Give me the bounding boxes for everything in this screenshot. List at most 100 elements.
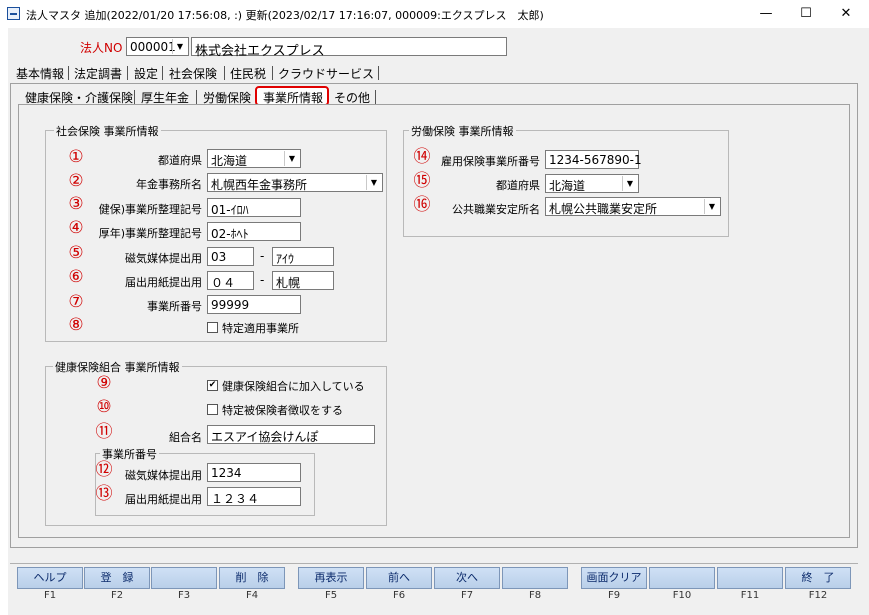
marker-2: ②	[68, 171, 84, 191]
corp-no-select[interactable]: 000001 ▼	[126, 37, 189, 56]
fkey-label: F2	[110, 590, 124, 601]
help-button[interactable]: ヘルプ	[17, 567, 83, 589]
fkey-label: F12	[808, 590, 828, 601]
previous-button[interactable]: 前へ	[366, 567, 432, 589]
employment-office-no-value: 1234-567890-1	[549, 153, 642, 167]
union-name-label: 組合名	[169, 431, 202, 444]
marker-12: ⑫	[95, 460, 113, 480]
magnetic-media-value-2: ｱｲｳ	[276, 252, 295, 266]
tab-basic-info[interactable]: 基本情報	[16, 65, 64, 82]
maximize-button[interactable]: ☐	[792, 4, 820, 24]
marker-16: ⑯	[413, 195, 431, 215]
social-group-title: 社会保険 事業所情報	[54, 123, 161, 139]
paper-form-field-2[interactable]: 札幌	[272, 271, 334, 290]
clear-screen-button[interactable]: 画面クリア	[581, 567, 647, 589]
exit-button[interactable]: 終 了	[785, 567, 851, 589]
paper-form-value-2: 札幌	[276, 276, 301, 290]
fkey-label: F5	[324, 590, 338, 601]
sub-tab-bar: 健康保険・介護保険 厚生年金 労働保険 事業所情報 その他	[25, 86, 385, 106]
next-button[interactable]: 次へ	[434, 567, 500, 589]
marker-5: ⑤	[68, 243, 84, 263]
specific-office-checkbox[interactable]	[207, 322, 218, 333]
marker-10: ⑩	[96, 397, 112, 417]
magnetic-media-value-1: 03	[211, 250, 227, 264]
marker-6: ⑥	[68, 267, 84, 287]
corp-name-field[interactable]: 株式会社エクスプレス	[191, 37, 507, 59]
fkey-label: F10	[672, 590, 692, 601]
fkey-label: F8	[528, 590, 542, 601]
fkey-label: F3	[177, 590, 191, 601]
f8-button[interactable]	[502, 567, 568, 589]
employment-office-no-field[interactable]: 1234-567890-1	[545, 150, 642, 169]
union-magnetic-label: 磁気媒体提出用	[125, 469, 202, 482]
office-number-field[interactable]: 99999	[207, 295, 301, 314]
labor-group-title: 労働保険 事業所情報	[409, 123, 516, 139]
tab-separator	[224, 66, 225, 80]
register-button[interactable]: 登 録	[84, 567, 150, 589]
chevron-down-icon: ▼	[366, 175, 381, 190]
pension-office-select[interactable]: 札幌西年金事務所 ▼	[207, 173, 383, 192]
tab-separator	[162, 66, 163, 80]
union-magnetic-value: 1234	[211, 466, 242, 480]
f11-button[interactable]	[717, 567, 783, 589]
health-office-code-value: 01-ｲﾛﾊ	[211, 203, 249, 217]
magnetic-media-field-2[interactable]: ｱｲｳ	[272, 247, 334, 266]
magnetic-media-field-1[interactable]: 03	[207, 247, 254, 266]
fkey-label: F6	[392, 590, 406, 601]
union-name-field[interactable]: エスアイ協会けんぽ	[207, 425, 375, 444]
paper-form-field-1[interactable]: ０４	[207, 271, 254, 290]
marker-15: ⑮	[413, 171, 431, 191]
specific-insured-label: 特定被保険者徴収をする	[222, 404, 343, 417]
labor-prefecture-select[interactable]: 北海道 ▼	[545, 174, 639, 193]
health-union-group-title: 健康保険組合 事業所情報	[53, 359, 182, 375]
title-bar: 法人マスタ 追加(2022/01/20 17:56:08, :) 更新(2023…	[0, 0, 869, 28]
union-name-value: エスアイ協会けんぽ	[211, 430, 319, 444]
minimize-button[interactable]: —	[752, 4, 780, 24]
public-employment-office-select[interactable]: 札幌公共職業安定所 ▼	[545, 197, 721, 216]
tab-separator	[127, 66, 128, 80]
tab-settings[interactable]: 設定	[134, 65, 158, 82]
tab-separator	[196, 90, 197, 104]
union-paper-label: 届出用紙提出用	[125, 493, 202, 506]
tab-resident-tax[interactable]: 住民税	[230, 65, 266, 82]
close-button[interactable]: ✕	[832, 4, 860, 24]
tab-separator	[134, 90, 135, 104]
delete-button[interactable]: 削 除	[219, 567, 285, 589]
fkey-label: F7	[460, 590, 474, 601]
employment-office-no-label: 雇用保険事業所番号	[441, 155, 540, 168]
chevron-down-icon: ▼	[622, 176, 637, 191]
corp-name-value: 株式会社エクスプレス	[195, 44, 325, 59]
office-number-label: 事業所番号	[147, 300, 202, 313]
marker-14: ⑭	[413, 147, 431, 167]
tab-cloud-service[interactable]: クラウドサービス	[278, 65, 374, 82]
f3-button[interactable]	[151, 567, 217, 589]
labor-prefecture-label: 都道府県	[496, 179, 540, 192]
refresh-button[interactable]: 再表示	[298, 567, 364, 589]
specific-insured-checkbox[interactable]	[207, 404, 218, 415]
tab-social-insurance[interactable]: 社会保険	[169, 65, 217, 82]
prefecture-select[interactable]: 北海道 ▼	[207, 149, 301, 168]
union-magnetic-field[interactable]: 1234	[207, 463, 301, 482]
fkey-label: F11	[740, 590, 760, 601]
marker-8: ⑧	[68, 315, 84, 335]
tab-separator	[68, 66, 69, 80]
pension-office-label: 年金事務所名	[136, 178, 202, 191]
f10-button[interactable]	[649, 567, 715, 589]
chevron-down-icon: ▼	[172, 39, 187, 54]
magnetic-media-label: 磁気媒体提出用	[125, 252, 202, 265]
tab-statutory[interactable]: 法定調書	[74, 65, 122, 82]
fkey-label: F1	[43, 590, 57, 601]
pension-office-code-field[interactable]: 02-ﾎﾍﾄ	[207, 222, 301, 241]
health-office-code-field[interactable]: 01-ｲﾛﾊ	[207, 198, 301, 217]
corp-no-value: 000001	[130, 40, 176, 54]
paper-form-label: 届出用紙提出用	[125, 276, 202, 289]
marker-7: ⑦	[68, 292, 84, 312]
pension-office-value: 札幌西年金事務所	[211, 178, 308, 192]
dash-separator: -	[260, 273, 265, 287]
union-member-checkbox[interactable]: ✔	[207, 380, 218, 391]
union-paper-field[interactable]: １２３４	[207, 487, 301, 506]
pension-office-code-label: 厚年)事業所整理記号	[98, 227, 202, 240]
fkey-divider	[10, 563, 858, 564]
marker-1: ①	[68, 147, 84, 167]
window-title: 法人マスタ 追加(2022/01/20 17:56:08, :) 更新(2023…	[26, 9, 544, 22]
